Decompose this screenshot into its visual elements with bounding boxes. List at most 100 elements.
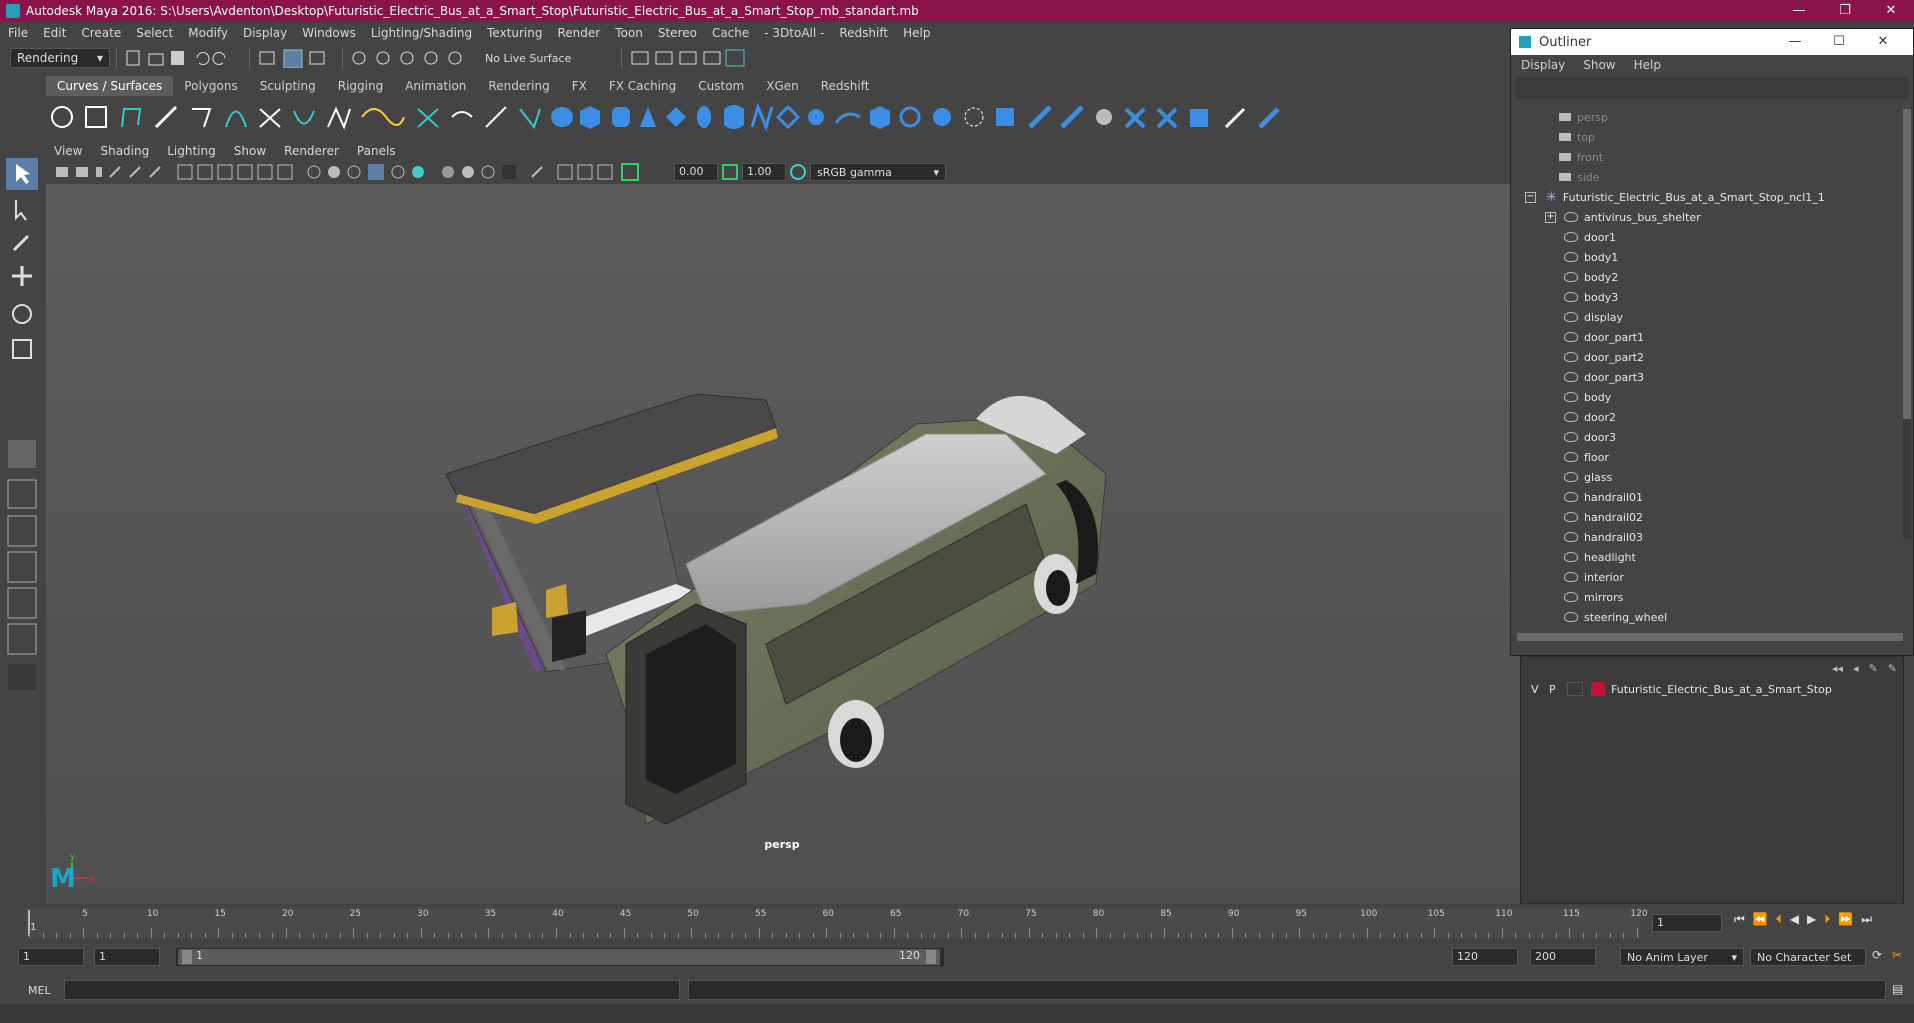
range-slider-track[interactable]: 1 120 bbox=[176, 948, 944, 966]
range-slider-bar[interactable]: 1 120 bbox=[178, 949, 940, 965]
outliner-item-door-part3[interactable]: door_part3 bbox=[1515, 367, 1901, 387]
use-all-lights-icon[interactable] bbox=[368, 164, 384, 180]
outliner-item-handrail01[interactable]: handrail01 bbox=[1515, 487, 1901, 507]
menu-edit[interactable]: Edit bbox=[43, 26, 66, 40]
outliner-menu-help[interactable]: Help bbox=[1634, 58, 1661, 72]
nurbs-torus-icon[interactable] bbox=[697, 106, 711, 128]
new-scene-icon[interactable] bbox=[126, 50, 140, 66]
detach-surfaces-icon[interactable] bbox=[1124, 107, 1146, 129]
exposure-icon[interactable] bbox=[621, 163, 639, 181]
backface-culling-icon[interactable] bbox=[597, 164, 613, 180]
save-scene-icon[interactable] bbox=[171, 51, 184, 65]
outliner-menu-show[interactable]: Show bbox=[1583, 58, 1615, 72]
hypershade-icon[interactable] bbox=[725, 49, 745, 67]
attach-curves-icon[interactable] bbox=[293, 110, 315, 125]
surface-editing-icon[interactable] bbox=[1258, 107, 1280, 129]
tab-fx[interactable]: FX bbox=[561, 76, 598, 96]
animation-start-field[interactable]: 1 bbox=[18, 948, 84, 966]
step-back-key-button[interactable]: ⏪ bbox=[1753, 912, 1768, 927]
live-surface-field[interactable]: No Live Surface bbox=[485, 52, 571, 65]
menu-create[interactable]: Create bbox=[81, 26, 121, 40]
square-surface-icon[interactable] bbox=[899, 106, 921, 128]
nurbs-circle-icon[interactable] bbox=[51, 106, 73, 128]
outliner-menu-display[interactable]: Display bbox=[1521, 58, 1565, 72]
layer-display-type[interactable] bbox=[1567, 682, 1583, 696]
step-back-frame-button[interactable]: ⏴ bbox=[1776, 912, 1782, 927]
script-editor-icon[interactable]: ▤ bbox=[1892, 982, 1903, 996]
layer-name[interactable]: Futuristic_Electric_Bus_at_a_Smart_Stop bbox=[1611, 683, 1832, 696]
minimize-button[interactable]: — bbox=[1776, 0, 1822, 22]
trim-icon[interactable] bbox=[1028, 105, 1052, 129]
outliner-item-door2[interactable]: door2 bbox=[1515, 407, 1901, 427]
xray-icon[interactable] bbox=[531, 166, 543, 178]
outliner-item-handrail02[interactable]: handrail02 bbox=[1515, 507, 1901, 527]
hypershade-layout-icon[interactable] bbox=[7, 587, 37, 619]
animation-end-field[interactable]: 200 bbox=[1530, 948, 1596, 966]
outliner-item-headlight[interactable]: headlight bbox=[1515, 547, 1901, 567]
character-set-dropdown[interactable]: No Character Set bbox=[1750, 948, 1866, 966]
menu-select[interactable]: Select bbox=[136, 26, 173, 40]
outliner-layout-icon[interactable] bbox=[7, 623, 37, 655]
panel-menu-view[interactable]: View bbox=[54, 144, 82, 158]
tab-sculpting[interactable]: Sculpting bbox=[249, 76, 327, 96]
outliner-item-floor[interactable]: floor bbox=[1515, 447, 1901, 467]
menu-redshift[interactable]: Redshift bbox=[839, 26, 888, 40]
snap-surface-icon[interactable] bbox=[448, 51, 462, 65]
new-layer-selected-icon[interactable]: ✎ bbox=[1888, 662, 1897, 675]
outliner-item-persp[interactable]: persp bbox=[1515, 107, 1901, 127]
time-slider[interactable]: 1 5 10 15 20 25 30 35 40 45 50 55 60 65 70 75 80 85 90 95 1… bbox=[0, 906, 1914, 940]
outliner-item-display[interactable]: display bbox=[1515, 307, 1901, 327]
go-to-end-button[interactable]: ⏭ bbox=[1861, 912, 1872, 927]
arc-tool-icon[interactable] bbox=[225, 110, 247, 128]
menu-modify[interactable]: Modify bbox=[188, 26, 228, 40]
render-settings-icon[interactable] bbox=[703, 51, 721, 65]
outliner-filter-field[interactable] bbox=[1515, 77, 1909, 99]
scale-tool-icon[interactable] bbox=[12, 339, 32, 359]
outliner-item-side[interactable]: side bbox=[1515, 167, 1901, 187]
layer-visibility-toggle[interactable]: V bbox=[1531, 683, 1549, 696]
layout-options-icon[interactable] bbox=[8, 664, 36, 690]
wireframe-shading-icon[interactable] bbox=[307, 165, 321, 179]
motion-blur-icon[interactable] bbox=[442, 166, 454, 178]
ambient-occlusion-icon[interactable] bbox=[412, 166, 424, 178]
tab-rigging[interactable]: Rigging bbox=[327, 76, 394, 96]
film-gate-icon[interactable] bbox=[197, 164, 213, 180]
outliner-vertical-scrollbar[interactable] bbox=[1903, 109, 1911, 539]
bezier-curve-icon[interactable] bbox=[259, 108, 281, 128]
camera-attributes-icon[interactable] bbox=[56, 167, 68, 177]
outliner-item-front[interactable]: front bbox=[1515, 147, 1901, 167]
outliner-item-handrail03[interactable]: handrail03 bbox=[1515, 527, 1901, 547]
outliner-item-mirrors[interactable]: mirrors bbox=[1515, 587, 1901, 607]
untrim-icon[interactable] bbox=[1060, 105, 1084, 129]
range-end-handle[interactable] bbox=[926, 950, 936, 964]
gate-mask-icon[interactable] bbox=[237, 164, 253, 180]
revolve-icon[interactable] bbox=[724, 105, 744, 129]
menu-render[interactable]: Render bbox=[558, 26, 601, 40]
render-view-icon[interactable] bbox=[631, 51, 649, 65]
current-frame-field[interactable]: 1 bbox=[1652, 914, 1722, 932]
outliner-item-door-part2[interactable]: door_part2 bbox=[1515, 347, 1901, 367]
step-forward-key-button[interactable]: ⏩ bbox=[1838, 912, 1853, 927]
xray-joints-icon[interactable] bbox=[557, 164, 573, 180]
detach-curves-icon[interactable] bbox=[327, 106, 351, 130]
panel-menu-renderer[interactable]: Renderer bbox=[284, 144, 339, 158]
menu-texturing[interactable]: Texturing bbox=[487, 26, 542, 40]
extend-curve-icon[interactable] bbox=[451, 111, 473, 118]
outliner-scroll-thumb[interactable] bbox=[1903, 109, 1911, 419]
layer-color-swatch[interactable] bbox=[1591, 682, 1605, 696]
anti-aliasing-icon[interactable] bbox=[462, 166, 474, 178]
undo-icon[interactable] bbox=[196, 52, 210, 65]
cv-curve-icon[interactable] bbox=[121, 108, 142, 128]
play-forwards-button[interactable]: ▶ bbox=[1807, 912, 1816, 927]
anim-layer-dropdown[interactable]: No Anim Layer ▾ bbox=[1620, 948, 1744, 966]
snap-point-icon[interactable] bbox=[400, 51, 414, 65]
outliner-item-antivirus-bus-shelter[interactable]: + antivirus_bus_shelter bbox=[1515, 207, 1901, 227]
wireframe-icon[interactable] bbox=[177, 164, 193, 180]
birail-icon[interactable] bbox=[834, 112, 861, 124]
perspective-viewport[interactable]: persp x y M bbox=[46, 184, 1522, 904]
layer-playback-toggle[interactable]: P bbox=[1549, 683, 1567, 696]
panel-menu-show[interactable]: Show bbox=[234, 144, 266, 158]
menu-toon[interactable]: Toon bbox=[615, 26, 643, 40]
outliner-item-body3[interactable]: body3 bbox=[1515, 287, 1901, 307]
outliner-maximize-button[interactable]: ☐ bbox=[1817, 29, 1861, 55]
